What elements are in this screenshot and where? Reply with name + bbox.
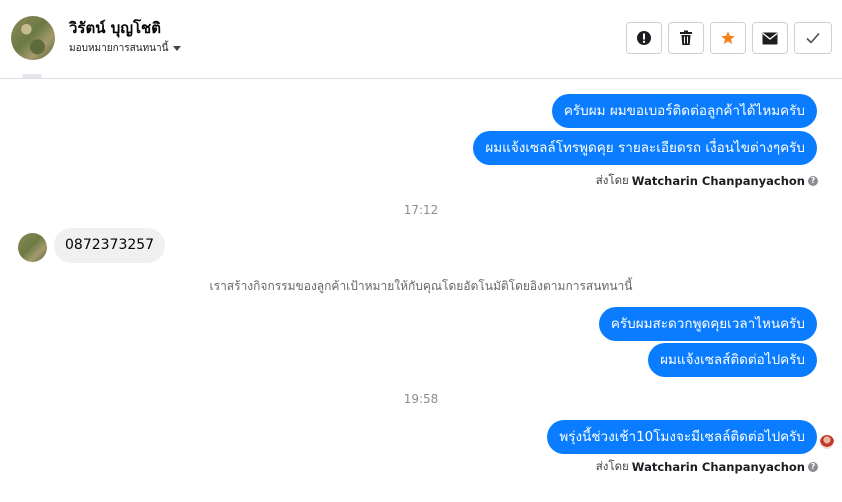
outgoing-message[interactable]: ผมแจ้งเซลล์โทรพูดคุย รายละเอียดรถ เงื่อน… — [473, 131, 817, 165]
sent-by-prefix: ส่งโดย — [595, 459, 629, 473]
contact-avatar[interactable] — [11, 16, 55, 60]
sender-name[interactable]: Watcharin Chanpanyachon — [632, 174, 805, 188]
check-icon — [806, 32, 820, 44]
incoming-message[interactable]: 0872373257 — [54, 228, 166, 263]
outgoing-message[interactable]: พรุ่งนี้ช่วงเช้า10โมงจะมีเซลล์ติดต่อไปคร… — [547, 420, 817, 454]
trash-icon — [680, 30, 692, 45]
contact-avatar-small[interactable] — [18, 233, 47, 262]
conversation-header: วิรัตน์ บุญโชติ มอบหมายการสนทนานี้ — [0, 0, 842, 79]
timestamp: 17:12 — [403, 203, 439, 217]
previous-message-edge — [22, 74, 42, 78]
assign-conversation-dropdown[interactable]: มอบหมายการสนทนานี้ — [69, 41, 182, 56]
caret-down-icon — [173, 46, 182, 51]
star-icon — [721, 31, 735, 44]
outgoing-message[interactable]: ผมแจ้งเซลส์ติดต่อไปครับ — [648, 343, 817, 377]
outgoing-message[interactable]: ครับผมสะดวกพูดคุยเวลาไหนครับ — [598, 307, 817, 341]
envelope-icon — [762, 32, 778, 44]
system-note: เราสร้างกิจกรรมของลูกค้าเป้าหมายให้กับคุ… — [209, 279, 633, 293]
sender-name[interactable]: Watcharin Chanpanyachon — [632, 460, 805, 474]
mark-done-button[interactable] — [794, 22, 832, 54]
sent-by-label: ส่งโดย Watcharin Chanpanyachon ? — [596, 172, 818, 190]
delete-button[interactable] — [668, 22, 704, 54]
help-icon[interactable]: ? — [808, 462, 818, 472]
assign-label: มอบหมายการสนทนานี้ — [69, 43, 169, 54]
help-icon[interactable]: ? — [808, 176, 818, 186]
outgoing-message[interactable]: ครับผม ผมขอเบอร์ติดต่อลูกค้าได้ไหมครับ — [551, 94, 817, 128]
star-button[interactable] — [710, 22, 746, 54]
sent-by-label: ส่งโดย Watcharin Chanpanyachon ? — [596, 458, 818, 476]
header-actions — [626, 22, 832, 54]
contact-name[interactable]: วิรัตน์ บุญโชติ — [69, 16, 161, 40]
mark-spam-button[interactable] — [626, 22, 662, 54]
timestamp: 19:58 — [403, 392, 439, 406]
sent-by-prefix: ส่งโดย — [595, 173, 629, 187]
read-receipt-avatar — [820, 435, 834, 449]
alert-icon — [637, 31, 651, 45]
mark-unread-button[interactable] — [752, 22, 788, 54]
